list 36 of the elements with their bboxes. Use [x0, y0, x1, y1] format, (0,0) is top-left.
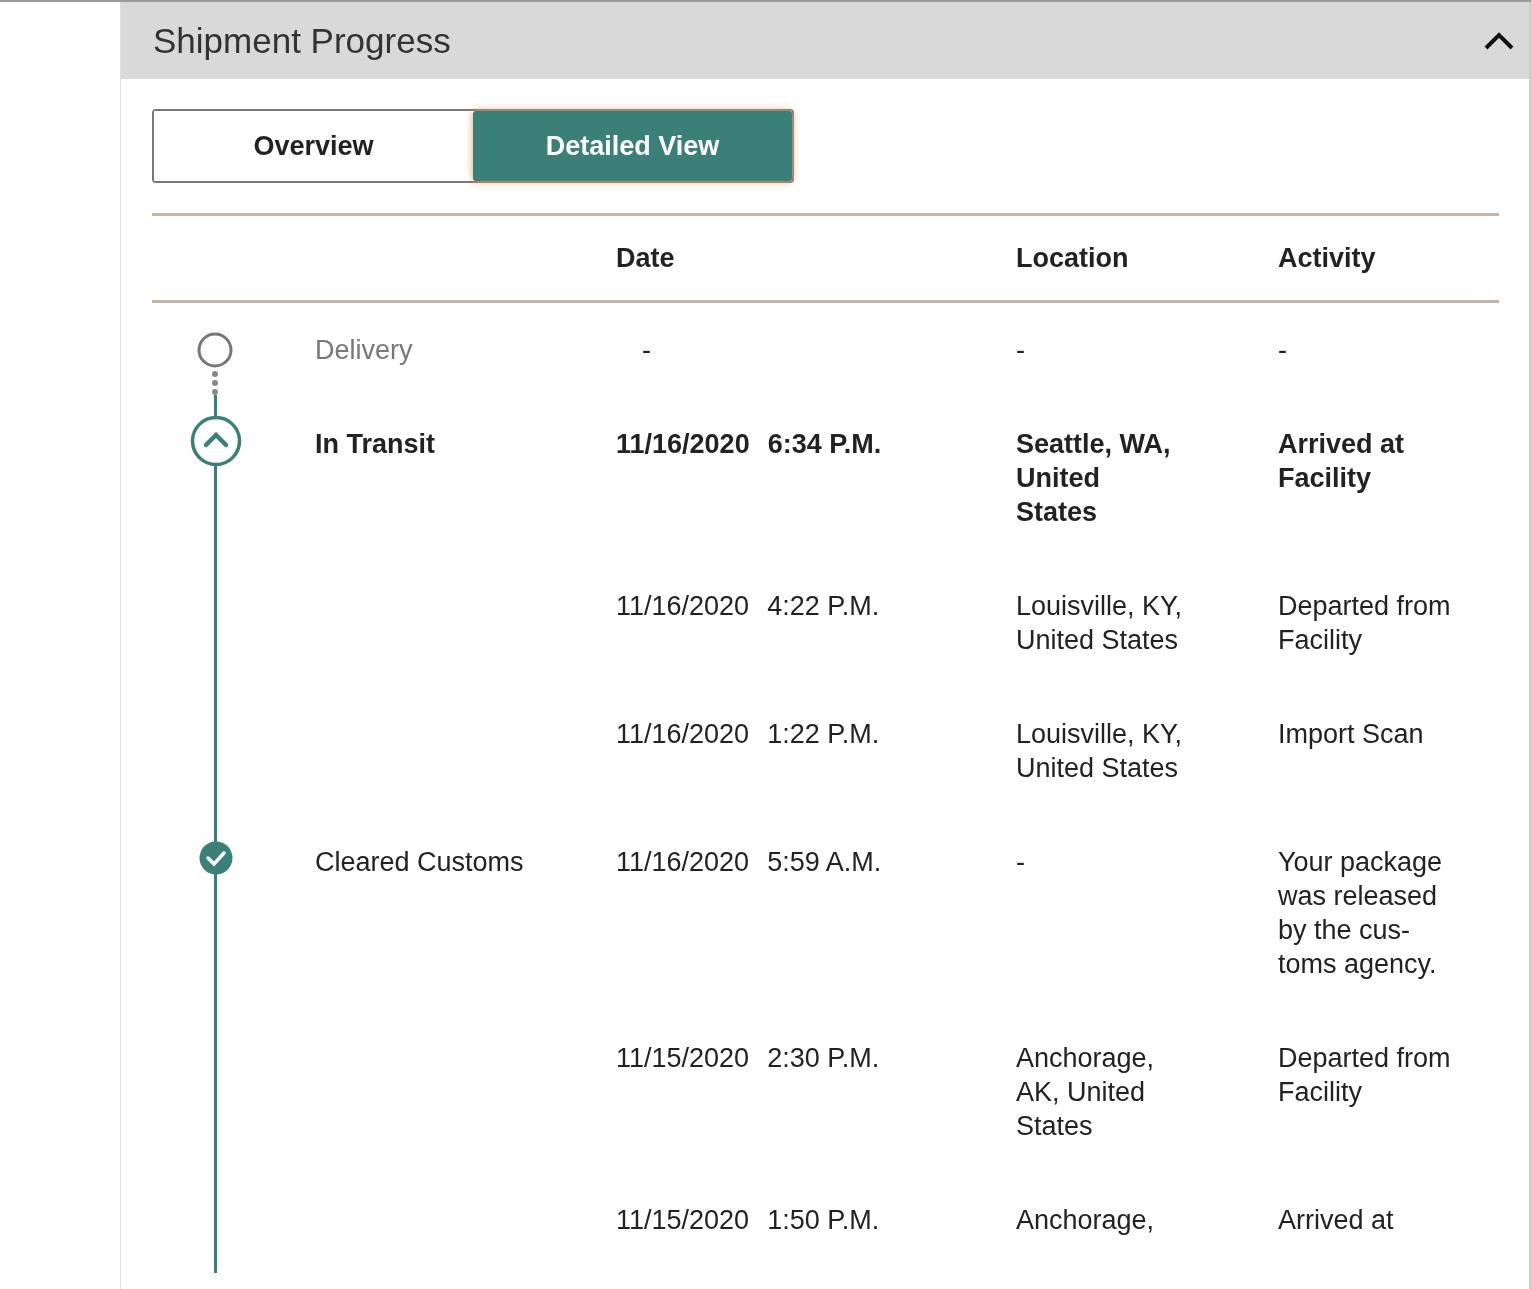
activity-text: Departed from Facility	[1278, 1042, 1452, 1109]
location-text: -	[1016, 846, 1026, 879]
location-text: Louisville, KY, United States	[1016, 718, 1184, 785]
date-text: 11/16/2020	[616, 718, 750, 751]
activity-text: Import Scan	[1278, 718, 1425, 751]
date-text: 11/16/2020	[616, 590, 750, 623]
view-tab[interactable]: Detailed View	[473, 111, 792, 181]
time-text: 4:22 P.M.	[767, 590, 880, 623]
status-label: Delivery	[315, 335, 413, 365]
status-label: In Transit	[315, 429, 436, 459]
activity-text: Departed from Facility	[1278, 590, 1452, 657]
date-text: 11/15/2020	[616, 1204, 750, 1237]
date-text: 11/16/2020	[616, 846, 750, 879]
activity-text: Your package was released by the cus- toms agency.	[1278, 846, 1444, 981]
date-text: 11/15/2020	[616, 1042, 750, 1075]
date-text: 11/16/2020	[616, 428, 750, 461]
activity-text: Arrived at Facility	[1278, 428, 1406, 495]
column-header: Date	[616, 242, 676, 274]
location-text: Anchorage, AK, United States	[1016, 1042, 1156, 1143]
column-header: Location	[1016, 242, 1130, 274]
time-text: 6:34 P.M.	[767, 428, 882, 461]
time-text: 1:50 P.M.	[767, 1204, 880, 1237]
collapse-chevron-icon[interactable]	[1483, 30, 1515, 51]
time-text: 1:22 P.M.	[767, 718, 880, 751]
location-text: -	[1016, 334, 1026, 367]
location-text: Louisville, KY, United States	[1016, 590, 1184, 657]
date-text: -	[641, 335, 651, 365]
panel-title: Shipment Progress	[153, 20, 451, 61]
activity-text: -	[1278, 334, 1288, 367]
time-text: 5:59 A.M.	[767, 846, 882, 879]
time-text: 2:30 P.M.	[767, 1042, 880, 1075]
status-label: Cleared Customs	[315, 847, 524, 877]
location-text: Anchorage,	[1016, 1204, 1156, 1237]
location-text: Seattle, WA, United States	[1016, 428, 1172, 529]
activity-text: Arrived at	[1278, 1204, 1395, 1237]
column-header: Activity	[1278, 242, 1377, 274]
